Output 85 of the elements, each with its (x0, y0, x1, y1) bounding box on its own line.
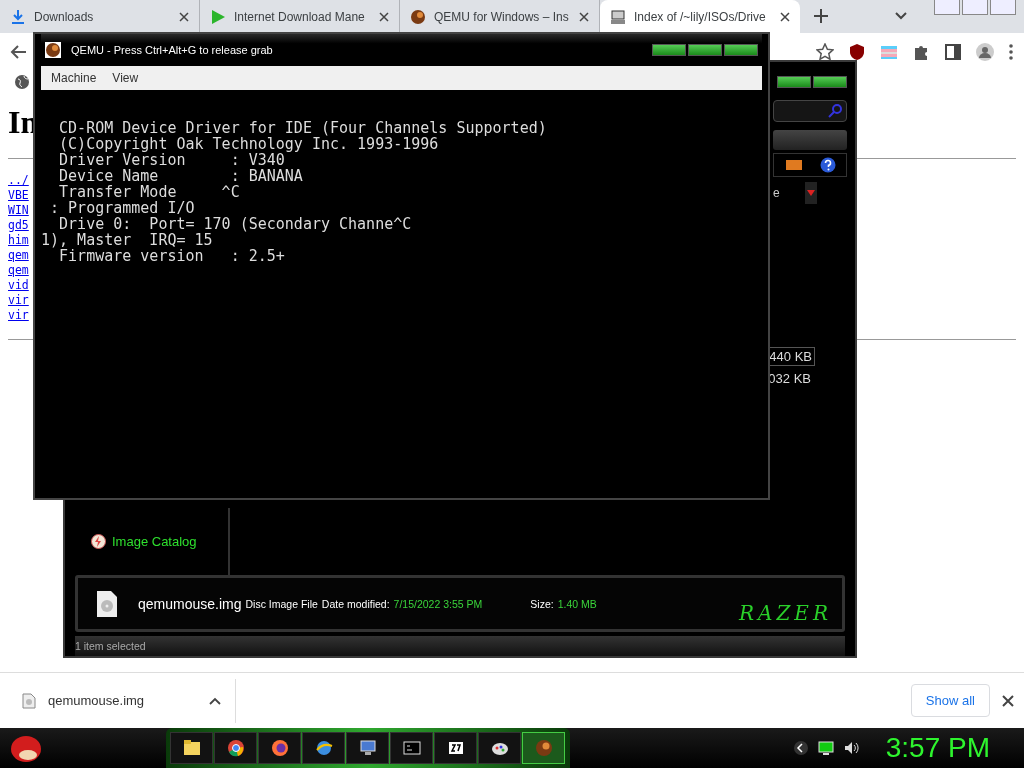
close-icon[interactable] (179, 11, 189, 22)
back-arrow-icon[interactable] (10, 42, 28, 61)
file-link[interactable]: VBE (8, 188, 29, 203)
view-dropdown[interactable]: e (773, 186, 805, 200)
download-icon (10, 8, 26, 25)
console-line: 1), Master IRQ= 15 (41, 232, 214, 248)
show-all-button[interactable]: Show all (910, 684, 990, 717)
console-line: : Programmed I/O (49, 200, 196, 216)
field-label: Size: (530, 597, 554, 610)
play-icon (210, 8, 226, 25)
network-icon[interactable] (817, 741, 834, 755)
brand-logo: RAZER (738, 601, 832, 626)
menu-icon[interactable] (1008, 42, 1014, 61)
file-link[interactable]: qem (8, 263, 29, 278)
console-icon (401, 738, 422, 758)
taskbar-button[interactable] (346, 732, 389, 764)
disc-file-icon (96, 589, 118, 618)
help-icon[interactable] (820, 157, 836, 173)
star-icon[interactable] (816, 42, 834, 61)
console-line: Transfer Mode ^C (58, 184, 241, 200)
file-link[interactable]: qem (8, 248, 29, 263)
console-line: Drive 0: Port= 170 (Secondary Channe^C (58, 216, 413, 232)
computer-icon (610, 8, 626, 25)
download-filename[interactable]: qemumouse.img (48, 693, 197, 708)
file-link[interactable]: vir (8, 308, 29, 323)
clock[interactable]: 3:57 PM (885, 732, 990, 764)
field-value: 1.40 MB (557, 597, 597, 610)
minimize-button[interactable] (652, 44, 686, 56)
maximize-button[interactable] (688, 44, 722, 56)
taskbar-button[interactable] (434, 732, 477, 764)
file-link[interactable]: him (8, 233, 29, 248)
chevron-left-icon[interactable] (793, 741, 808, 755)
shield-icon[interactable] (848, 42, 866, 61)
console-line: Firmware version : 2.5+ (59, 248, 286, 264)
speaker-icon[interactable] (843, 741, 860, 755)
close-button[interactable] (990, 0, 1016, 15)
menu-item[interactable]: Machine (51, 71, 97, 85)
close-icon[interactable] (579, 11, 589, 22)
orb-icon (533, 738, 554, 758)
field-label: Date modified: (321, 597, 390, 610)
taskbar-button[interactable] (258, 732, 301, 764)
close-icon[interactable] (1002, 694, 1014, 707)
orb-icon (45, 42, 61, 58)
close-button[interactable] (813, 76, 847, 88)
taskbar-button[interactable] (478, 732, 521, 764)
console-line: (C)Copyright Oak Technology Inc. 1993-1996 (58, 136, 440, 152)
window-title: QEMU - Press Ctrl+Alt+G to release grab (71, 44, 274, 56)
browser-icon (225, 738, 246, 758)
maximize-button[interactable] (777, 76, 811, 88)
taskbar-button[interactable] (214, 732, 257, 764)
minimize-button[interactable] (934, 0, 960, 15)
console-line: CD-ROM Device Driver for IDE (Four Channels Supported) (58, 120, 548, 136)
restore-button[interactable] (962, 0, 988, 15)
lightning-icon[interactable] (91, 533, 106, 549)
console-line: Device Name : BANANA (58, 168, 304, 184)
file-type: Disc Image File (245, 597, 318, 610)
nav-item[interactable]: Image Catalog (112, 533, 197, 549)
close-icon[interactable] (379, 11, 389, 22)
file-link[interactable]: ../ (8, 173, 29, 188)
browser-tab[interactable]: Index of /~lily/ISOs/Drive (600, 0, 800, 33)
file-link[interactable]: gd5 (8, 218, 29, 233)
search-icon (828, 104, 842, 118)
field-value: 7/15/2022 3:55 PM (393, 597, 483, 610)
close-icon[interactable] (780, 11, 790, 22)
file-icon[interactable] (22, 692, 36, 709)
status-bar: 1 item selected (75, 636, 845, 656)
taskbar-button[interactable] (302, 732, 345, 764)
globe-icon (14, 74, 30, 90)
taskbar-button[interactable] (170, 732, 213, 764)
console-line: Driver Version : V340 (58, 152, 285, 168)
close-button[interactable] (724, 44, 758, 56)
profile-icon[interactable] (976, 42, 994, 61)
monitor-icon (357, 738, 378, 758)
file-link[interactable]: vid (8, 278, 29, 293)
file-link[interactable]: WIN (8, 203, 29, 218)
file-name: qemumouse.img (138, 595, 242, 612)
globe-icon (313, 738, 334, 758)
plus-icon[interactable] (812, 7, 830, 25)
search-field[interactable] (773, 100, 847, 122)
file-link[interactable]: vir (8, 293, 29, 308)
menu-item[interactable]: View (112, 71, 139, 85)
caret-up-icon[interactable] (209, 696, 221, 705)
orb-icon (410, 8, 426, 25)
side-panel-icon[interactable] (944, 42, 962, 61)
dropdown-arrow-icon[interactable] (807, 190, 815, 196)
